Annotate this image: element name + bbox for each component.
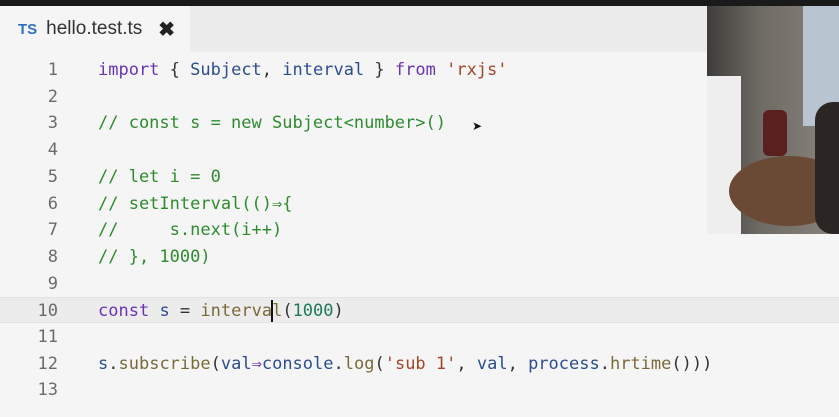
code-token: = [169,301,201,322]
close-icon[interactable]: ✖ [158,17,175,42]
code-token: ) [333,301,344,322]
tab-hello-test-ts[interactable]: TS hello.test.ts ✖ [0,6,190,52]
code-token: console [261,353,334,374]
code-token: . [599,353,610,374]
code-token: interval [282,60,365,80]
code-token: ⇒ [251,353,262,374]
code-token: . [108,353,119,374]
webcam-overlay [707,6,839,234]
code-line[interactable]: 10 const s = interval(1000) [0,297,839,324]
code-token: val [220,353,252,374]
code-token: s [159,301,170,322]
code-token: Subject [190,60,262,80]
code-text: s.subscribe(val⇒console.log('sub 1', val… [98,351,712,377]
code-text: // let i = 0 [98,164,221,190]
code-text: import { Subject, interval } from 'rxjs' [98,57,508,83]
line-number: 13 [37,380,58,401]
code-token: ( [374,353,385,374]
code-line[interactable]: 9 [0,271,839,297]
code-line[interactable]: 12 s.subscribe(val⇒console.log('sub 1', v… [0,351,839,377]
line-number: 4 [47,140,58,161]
code-text: // }, 1000) [98,244,211,270]
line-number: 10 [37,301,58,322]
code-token: // let i = 0 [98,166,221,187]
code-token: 'rxjs' [446,60,508,80]
code-token: const [98,301,150,322]
code-token: hrtime [609,353,672,374]
code-line[interactable]: 8 // }, 1000) [0,244,839,270]
code-token: . [333,353,344,374]
code-token: interva [200,301,273,322]
code-line[interactable]: 11 [0,324,839,350]
code-token: { [159,60,191,80]
code-token: log [343,353,375,374]
code-token: ())) [671,353,713,374]
code-text: // setInterval(()⇒{ [98,191,292,217]
code-token: process [528,353,600,374]
line-number: 6 [47,193,58,214]
code-token: subscribe [118,353,211,374]
line-number: 1 [47,60,58,80]
line-number: 12 [37,353,58,374]
code-token: l [272,301,283,322]
code-line[interactable]: 13 [0,377,839,403]
code-text: const s = interval(1000) [98,298,344,324]
code-token: from [394,60,436,80]
code-token: // const s = new Subject<number>() [98,113,446,134]
code-token: } [364,60,395,80]
code-token: s [98,353,109,374]
line-number: 8 [47,246,58,267]
webcam-door [707,76,741,234]
code-token: 1000 [292,301,334,322]
tab-label: hello.test.ts [46,18,143,39]
code-token: , [456,353,477,374]
webcam-lamp [763,110,787,156]
code-token: // }, 1000) [98,246,211,267]
code-token: ( [210,353,221,374]
code-token: val [476,353,508,374]
typescript-icon: TS [18,20,38,38]
line-number: 9 [47,273,58,294]
code-token: , [261,60,283,80]
line-number: 5 [47,166,58,187]
line-number: 11 [37,327,58,347]
code-token: 'sub 1' [384,353,457,374]
code-token: import [98,60,160,80]
line-number: 7 [47,220,58,241]
code-text: // const s = new Subject<number>() [98,110,446,136]
line-number: 3 [47,113,58,134]
line-number: 2 [47,86,58,107]
code-token: ( [282,301,293,322]
code-token: // setInterval(()⇒{ [98,193,293,214]
mouse-pointer-icon: ➤ [472,119,483,133]
code-token: // s.next(i++) [98,220,283,241]
code-token: , [507,353,529,374]
code-text: // s.next(i++) [98,217,282,243]
webcam-person [815,102,839,234]
